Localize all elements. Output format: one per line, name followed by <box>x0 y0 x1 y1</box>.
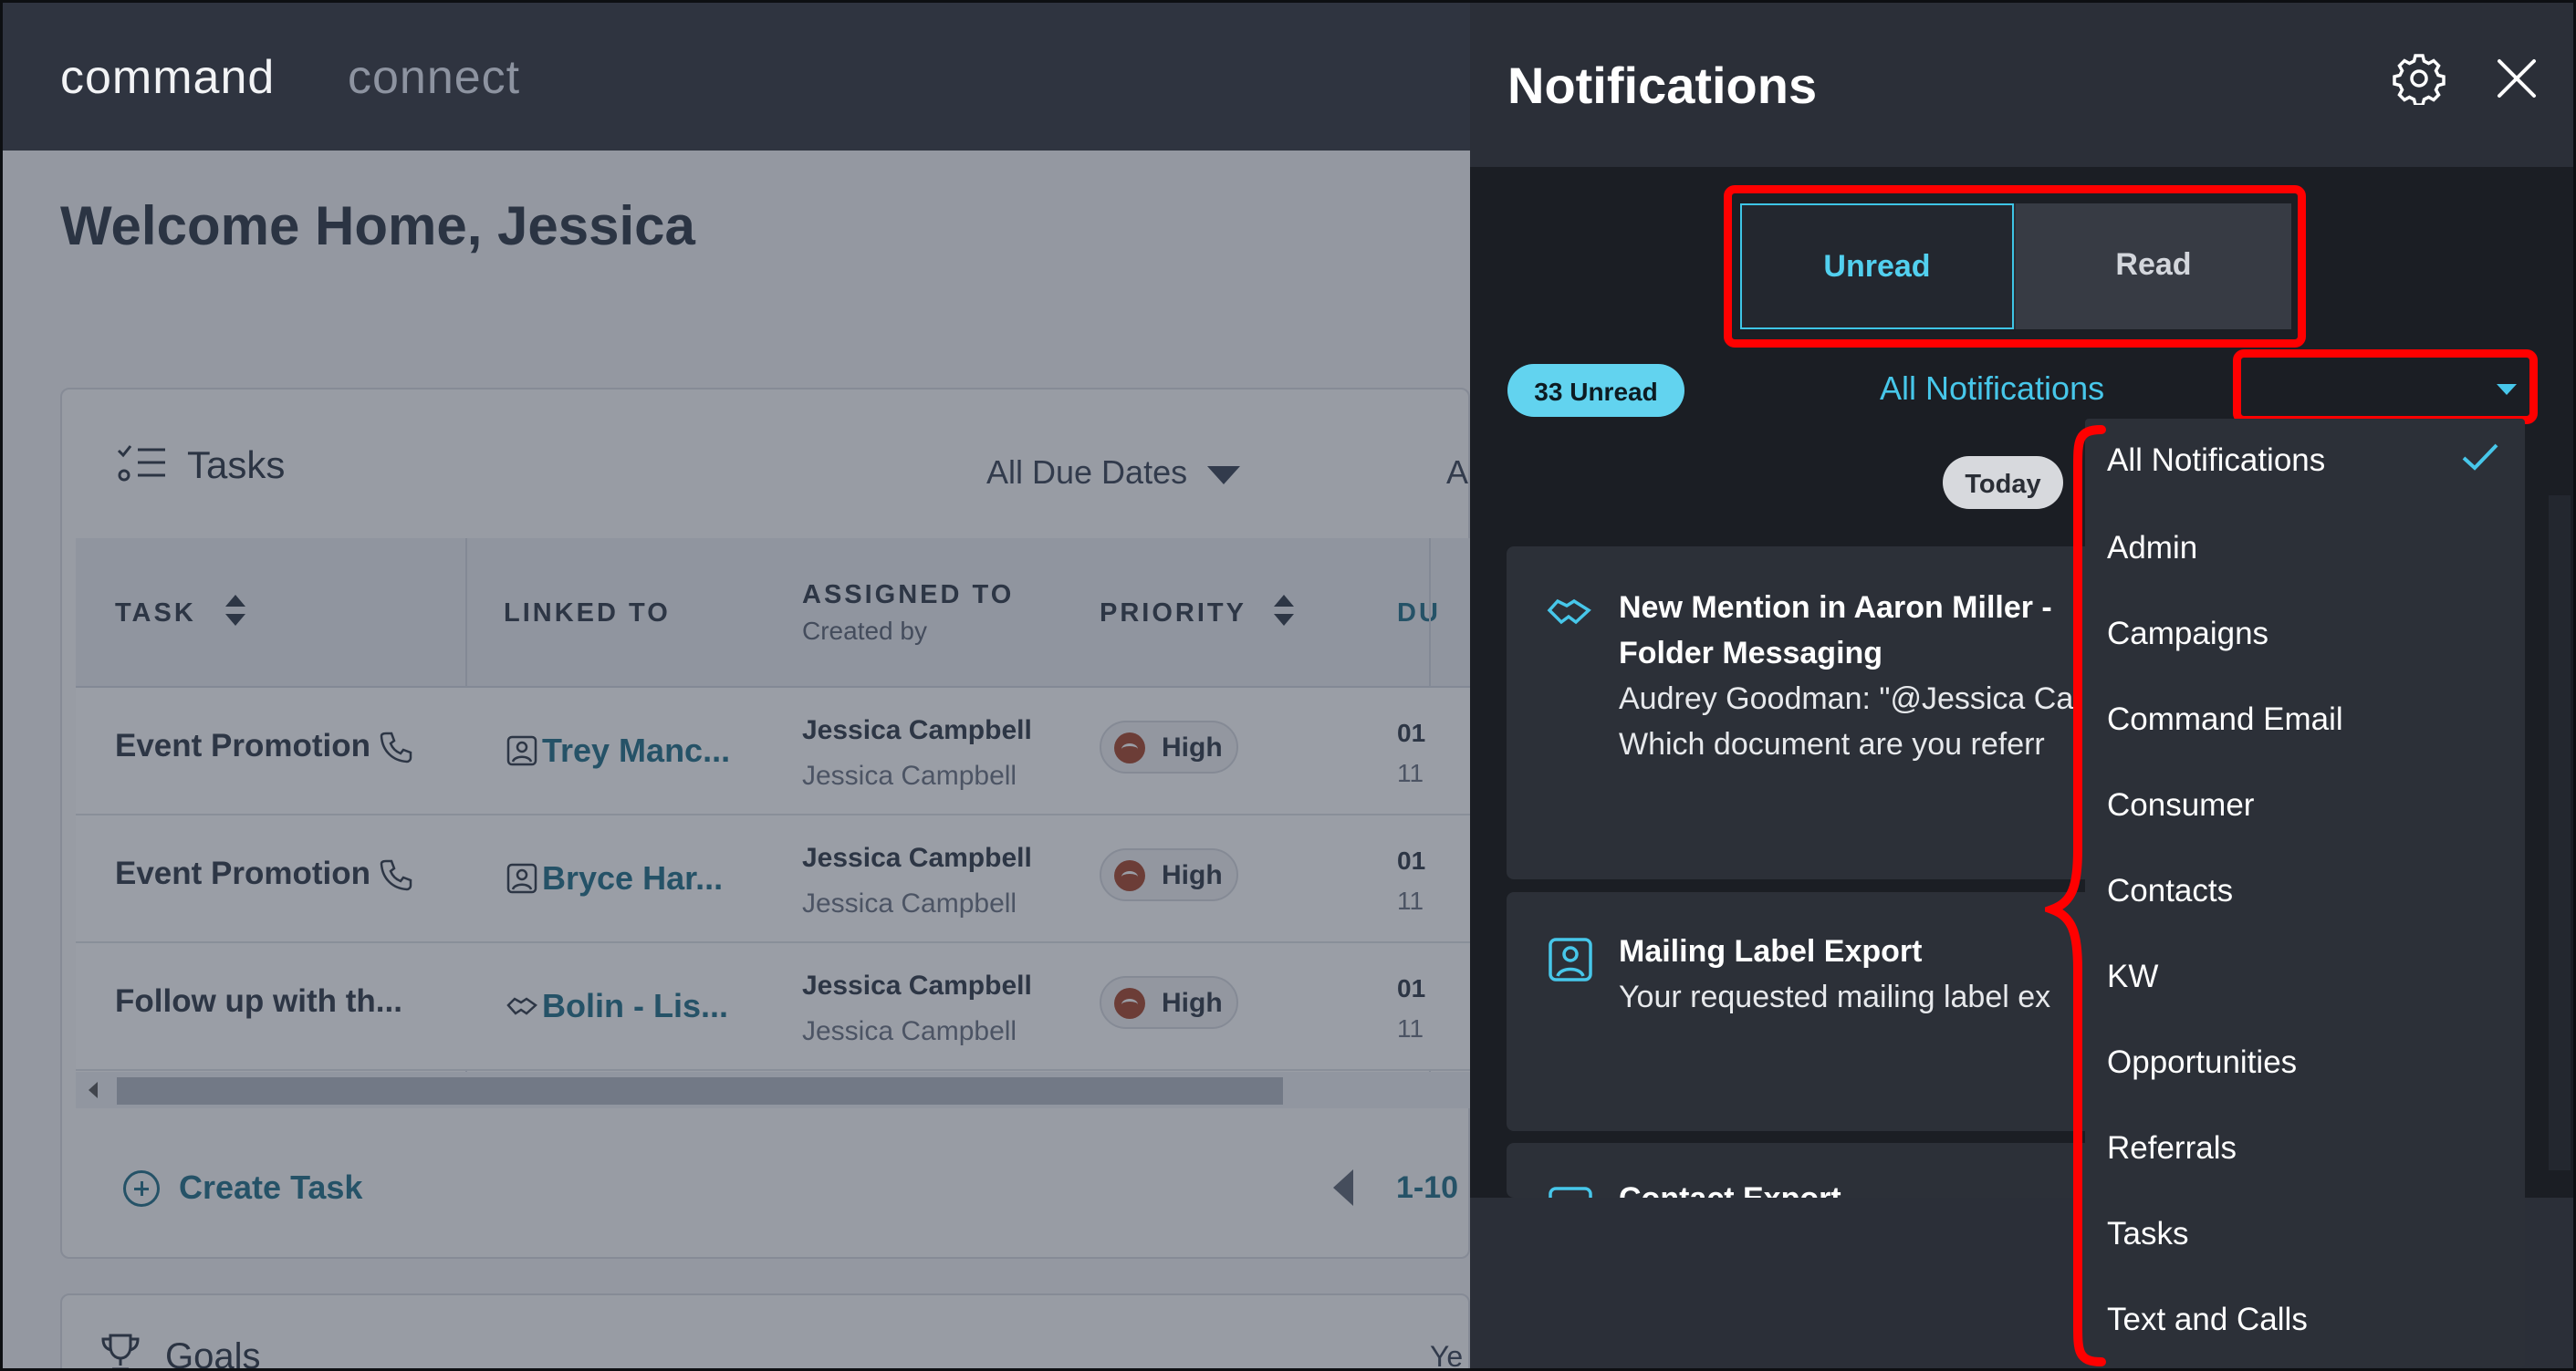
filter-option-campaigns[interactable]: Campaigns <box>2107 616 2268 652</box>
notification-title: New Mention in Aaron Miller - <box>1619 590 2052 625</box>
notification-title: Contact Export <box>1619 1176 1841 1198</box>
notification-filter-menu: All Notifications Admin Campaigns Comman… <box>2085 419 2525 1367</box>
panel-title: Notifications <box>1507 57 1818 114</box>
filter-option-text-and-calls[interactable]: Text and Calls <box>2107 1302 2308 1338</box>
unread-count-badge: 33 Unread <box>1507 364 1684 417</box>
close-icon[interactable] <box>2494 56 2539 101</box>
nav-command[interactable]: command <box>60 50 275 105</box>
nav-connect[interactable]: connect <box>348 50 520 105</box>
notification-title-line2: Folder Messaging <box>1619 636 1883 670</box>
notification-body-line2: Which document are you referr <box>1619 727 2045 762</box>
highlight-box-filter <box>2233 349 2538 424</box>
background-app: command connect Welcome Home, Jessica Ta… <box>3 3 1470 1368</box>
contact-icon <box>1549 1187 1592 1198</box>
modal-overlay[interactable] <box>3 151 1470 1368</box>
notification-title: Mailing Label Export <box>1619 934 1923 969</box>
highlight-bracket <box>2045 425 2106 1366</box>
checkmark-icon <box>2462 443 2498 471</box>
top-nav: command connect <box>3 3 1470 151</box>
handshake-icon <box>1547 598 1591 625</box>
screen: command connect Welcome Home, Jessica Ta… <box>0 0 2576 1371</box>
notification-filter-dropdown[interactable]: All Notifications <box>1880 369 2104 408</box>
unread-count-label: 33 Unread <box>1534 378 1658 406</box>
filter-option-consumer[interactable]: Consumer <box>2107 787 2254 824</box>
gear-icon[interactable] <box>2393 52 2446 105</box>
notification-body: Audrey Goodman: "@Jessica Ca <box>1619 681 2074 716</box>
filter-option-command-email[interactable]: Command Email <box>2107 701 2343 738</box>
highlight-box-tabs <box>1724 185 2306 348</box>
filter-option-all-notifications[interactable]: All Notifications <box>2107 442 2325 479</box>
notification-body: Your requested mailing label ex <box>1619 980 2051 1014</box>
panel-header: Notifications <box>1470 3 2573 167</box>
panel-scrollbar[interactable] <box>2549 495 2571 1170</box>
contact-icon <box>1549 938 1592 982</box>
filter-option-opportunities[interactable]: Opportunities <box>2107 1044 2297 1081</box>
